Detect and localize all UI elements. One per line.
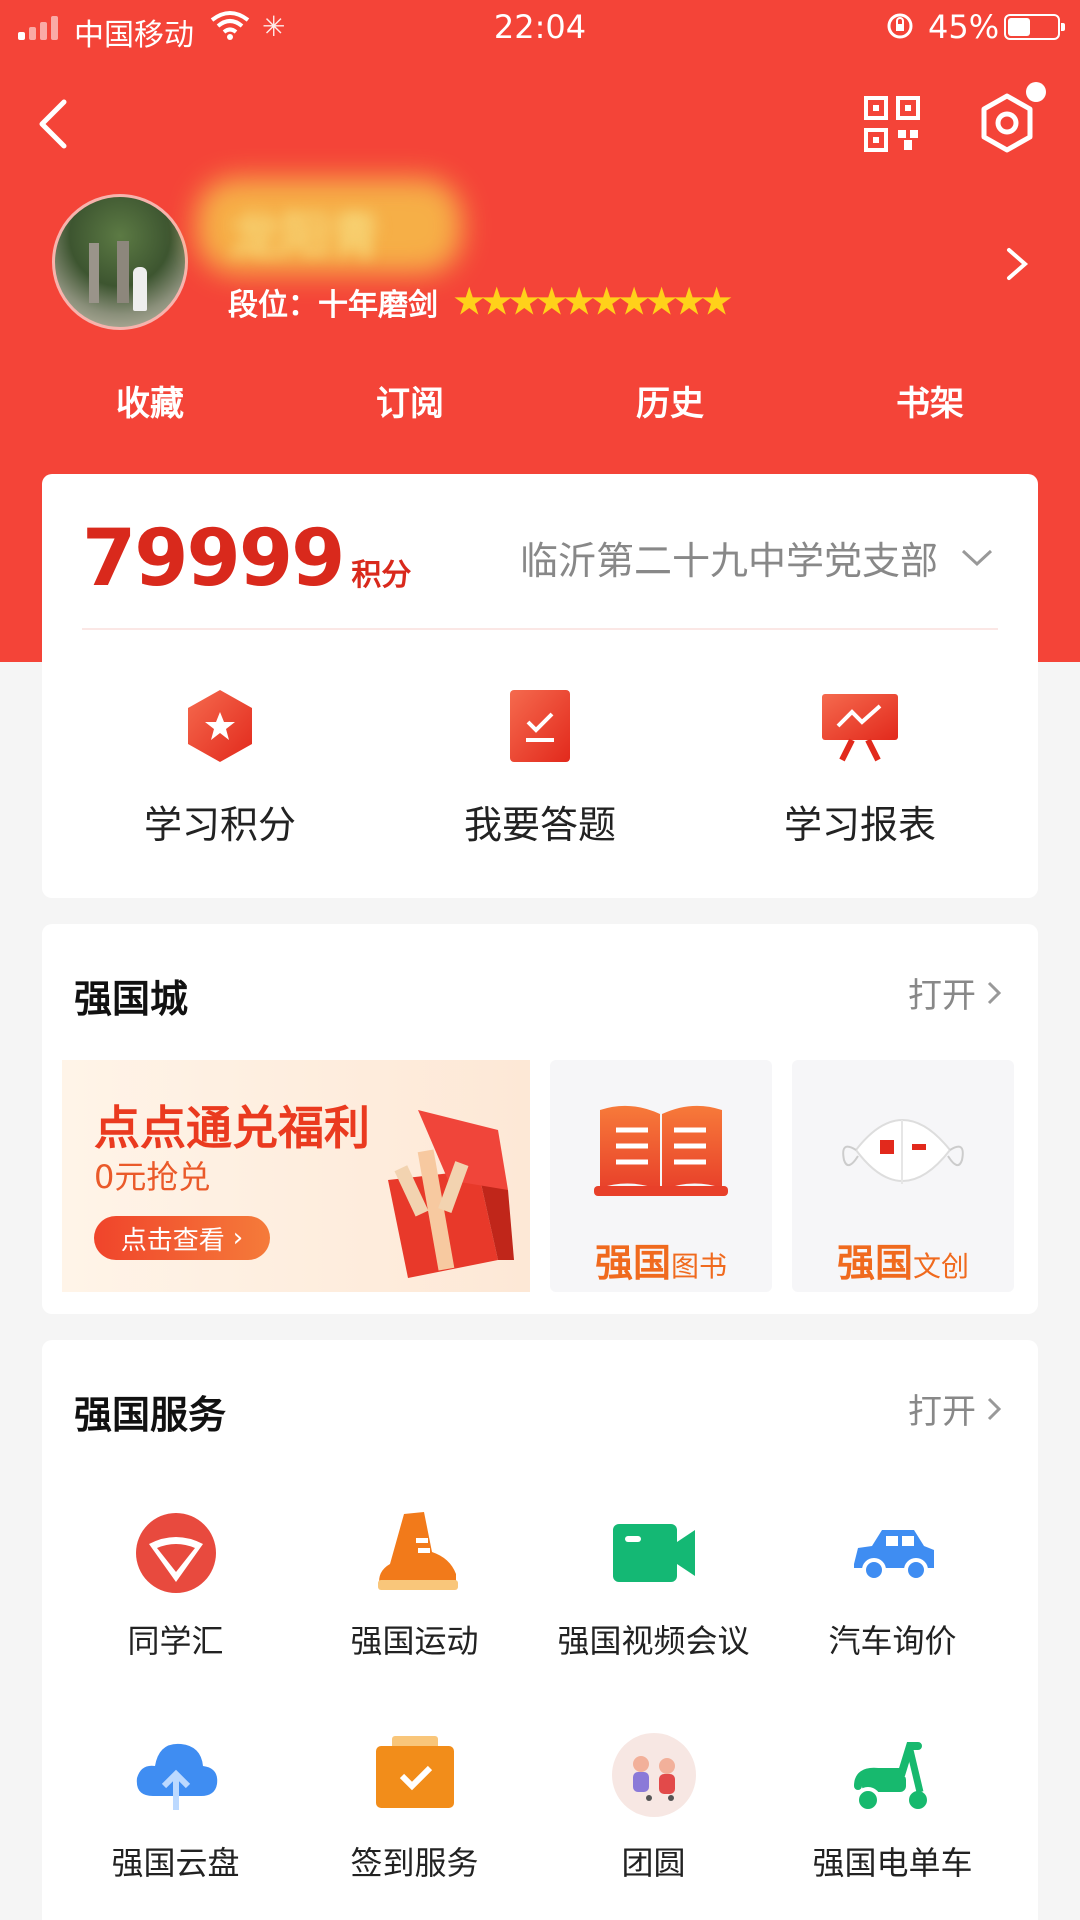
banner-button[interactable]: 点击查看 › (94, 1216, 270, 1260)
points-unit: 积分 (351, 558, 412, 593)
video-camera-icon (612, 1524, 695, 1582)
scooter-icon (853, 1742, 931, 1813)
branch-name: 临沂第二十九中学党支部 (519, 539, 938, 583)
car-icon (853, 1530, 934, 1582)
service-reunion[interactable]: 团圆 (534, 1730, 773, 1884)
divider (82, 628, 998, 630)
service-car-price[interactable]: 汽车询价 (773, 1508, 1012, 1662)
gift-box-icon (388, 1110, 514, 1278)
branch-selector[interactable]: 临沂第二十九中学党支部 (520, 530, 994, 585)
service-video-meeting[interactable]: 强国视频会议 (534, 1508, 773, 1662)
rewards-banner[interactable]: 点点通兑福利 0元抢兑 点击查看 › (62, 1060, 530, 1292)
sneaker-icon (377, 1512, 458, 1590)
status-bar: 中国移动 ✳ 22:04 45% (0, 0, 1080, 56)
open-city-button[interactable]: 打开 (908, 968, 1002, 1017)
star-badge-icon (188, 690, 252, 762)
points-value: 79999 (82, 514, 345, 604)
quick-study-report[interactable]: 学习报表 (700, 688, 1020, 849)
reunion-icon (611, 1733, 696, 1817)
chevron-right-icon (987, 1397, 1002, 1420)
rank-value: 十年磨剑 (318, 288, 438, 323)
username: 龙阳青 (230, 206, 380, 265)
tile-qiangguo-creative[interactable]: 强国文创 (792, 1060, 1014, 1292)
tile-qiangguo-books[interactable]: 强国图书 (550, 1060, 772, 1292)
face-mask-icon (842, 1119, 964, 1184)
chevron-right-icon[interactable] (1004, 246, 1030, 282)
banner-subtitle: 0元抢兑 (94, 1158, 211, 1196)
qr-code-icon[interactable] (864, 96, 920, 152)
clock: 22:04 (493, 8, 587, 46)
quick-study-points[interactable]: 学习积分 (60, 688, 380, 849)
tab-favorites[interactable]: 收藏 (20, 376, 280, 425)
rank-label: 段位： (228, 288, 318, 323)
tab-history[interactable]: 历史 (540, 376, 800, 425)
rank-row: 段位： 十年磨剑 ★★★★★★★★★★ (228, 280, 732, 324)
battery-icon (1004, 14, 1065, 40)
quick-answer-questions[interactable]: 我要答题 (380, 688, 700, 849)
settings-icon[interactable] (976, 92, 1038, 154)
book-icon (594, 1105, 728, 1196)
quick-actions: 学习积分 我要答题 学习报表 (42, 688, 1038, 849)
service-sports[interactable]: 强国运动 (295, 1508, 534, 1662)
points-card: 79999 积分 临沂第二十九中学党支部 学习积分 我要答题 学习报表 (42, 474, 1038, 898)
avatar[interactable] (52, 194, 188, 330)
check-in-folder-icon (375, 1736, 454, 1808)
banner-title: 点点通兑福利 (94, 1101, 370, 1155)
services-row: 同学汇 强国运动 强国视频会议 汽车询价 (42, 1508, 1038, 1662)
services-row: 强国云盘 签到服务 团圆 强国电单车 (42, 1730, 1038, 1884)
chevron-down-icon (961, 549, 993, 566)
qiangguo-services-card: 强国服务 打开 同学汇 强国运动 强国视频会议 汽车询价 强国云盘 签到服务 团… (42, 1340, 1038, 1920)
service-cloud-disk[interactable]: 强国云盘 (56, 1730, 295, 1884)
service-e-bike[interactable]: 强国电单车 (773, 1730, 1012, 1884)
cloud-upload-icon (136, 1743, 217, 1810)
notification-dot (1026, 82, 1046, 102)
section-title: 强国城 (74, 976, 189, 1021)
report-board-icon (822, 694, 898, 762)
service-classmates[interactable]: 同学汇 (56, 1508, 295, 1662)
section-title: 强国服务 (74, 1392, 227, 1437)
quiz-check-icon (510, 690, 570, 762)
battery-percent: 45% (928, 8, 1000, 46)
classmates-icon (135, 1513, 216, 1593)
qiangguo-city-card: 强国城 打开 点点通兑福利 0元抢兑 点击查看 › 强国图书 强国文创 (42, 924, 1038, 1314)
rank-stars: ★★★★★★★★★★ (454, 282, 732, 322)
tab-bookshelf[interactable]: 书架 (800, 376, 1060, 425)
service-check-in[interactable]: 签到服务 (295, 1730, 534, 1884)
chevron-right-icon (987, 981, 1002, 1004)
rotation-lock-icon (887, 13, 913, 39)
points-display[interactable]: 79999 积分 (82, 514, 411, 604)
tab-subscriptions[interactable]: 订阅 (280, 376, 540, 425)
open-services-button[interactable]: 打开 (908, 1384, 1002, 1433)
back-icon[interactable] (30, 96, 80, 152)
top-tabs: 收藏 订阅 历史 书架 (0, 376, 1080, 425)
